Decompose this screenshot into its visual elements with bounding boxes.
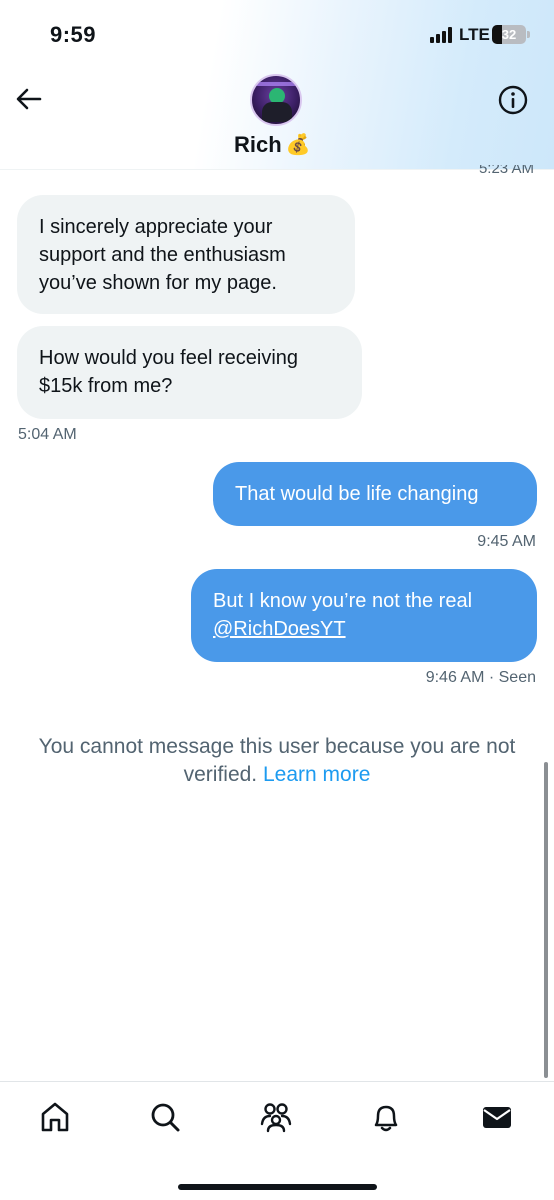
battery-cap xyxy=(527,31,530,38)
status-bar: 9:59 LTE 32 xyxy=(0,0,554,70)
bottom-tab-bar xyxy=(0,1081,554,1200)
message-timestamp-seen: 9:46 AM · Seen xyxy=(425,669,536,686)
arrow-left-icon xyxy=(16,88,42,110)
avatar[interactable] xyxy=(250,74,302,126)
tab-communities[interactable] xyxy=(259,1100,293,1134)
signal-icon xyxy=(430,27,454,43)
message-bubble-outgoing[interactable]: That would be life changing xyxy=(213,462,537,526)
battery-level: 32 xyxy=(501,27,517,42)
cannot-message-notice: You cannot message this user because you… xyxy=(0,733,554,789)
scrollbar[interactable] xyxy=(544,762,548,1078)
communities-icon xyxy=(260,1103,292,1133)
envelope-icon xyxy=(483,1107,511,1128)
message-bubble-incoming[interactable]: I sincerely appreciate your support and … xyxy=(17,195,355,314)
tab-messages[interactable] xyxy=(480,1100,514,1134)
carrier-label: LTE xyxy=(459,25,490,44)
tab-home[interactable] xyxy=(38,1100,72,1134)
status-time: 9:59 xyxy=(50,22,97,47)
battery-icon: 32 xyxy=(492,25,526,44)
info-button[interactable] xyxy=(497,84,529,116)
info-icon xyxy=(498,85,528,115)
contact-name-row[interactable]: Rich 💰 xyxy=(234,130,311,160)
search-icon xyxy=(151,1103,180,1132)
money-bag-icon: 💰 xyxy=(285,134,311,156)
mention-link[interactable]: @RichDoesYT xyxy=(213,618,346,640)
tab-search[interactable] xyxy=(148,1100,182,1134)
message-bubble-outgoing[interactable]: But I know you’re not the real @RichDoes… xyxy=(191,569,537,662)
home-indicator xyxy=(178,1184,377,1190)
message-text: But I know you’re not the real xyxy=(213,590,473,612)
message-timestamp: 5:04 AM xyxy=(18,426,77,443)
contact-name: Rich xyxy=(234,132,282,157)
home-icon xyxy=(41,1102,69,1132)
message-timestamp: 9:45 AM xyxy=(477,533,536,550)
conversation-header: 9:59 LTE 32 Rich 💰 xyxy=(0,0,554,170)
message-bubble-incoming[interactable]: How would you feel receiving $15k from m… xyxy=(17,326,362,419)
partial-timestamp: 5:23 AM xyxy=(478,165,534,175)
bell-icon xyxy=(374,1105,398,1132)
tab-notifications[interactable] xyxy=(369,1100,403,1134)
back-button[interactable] xyxy=(14,84,44,114)
learn-more-link[interactable]: Learn more xyxy=(263,763,370,786)
